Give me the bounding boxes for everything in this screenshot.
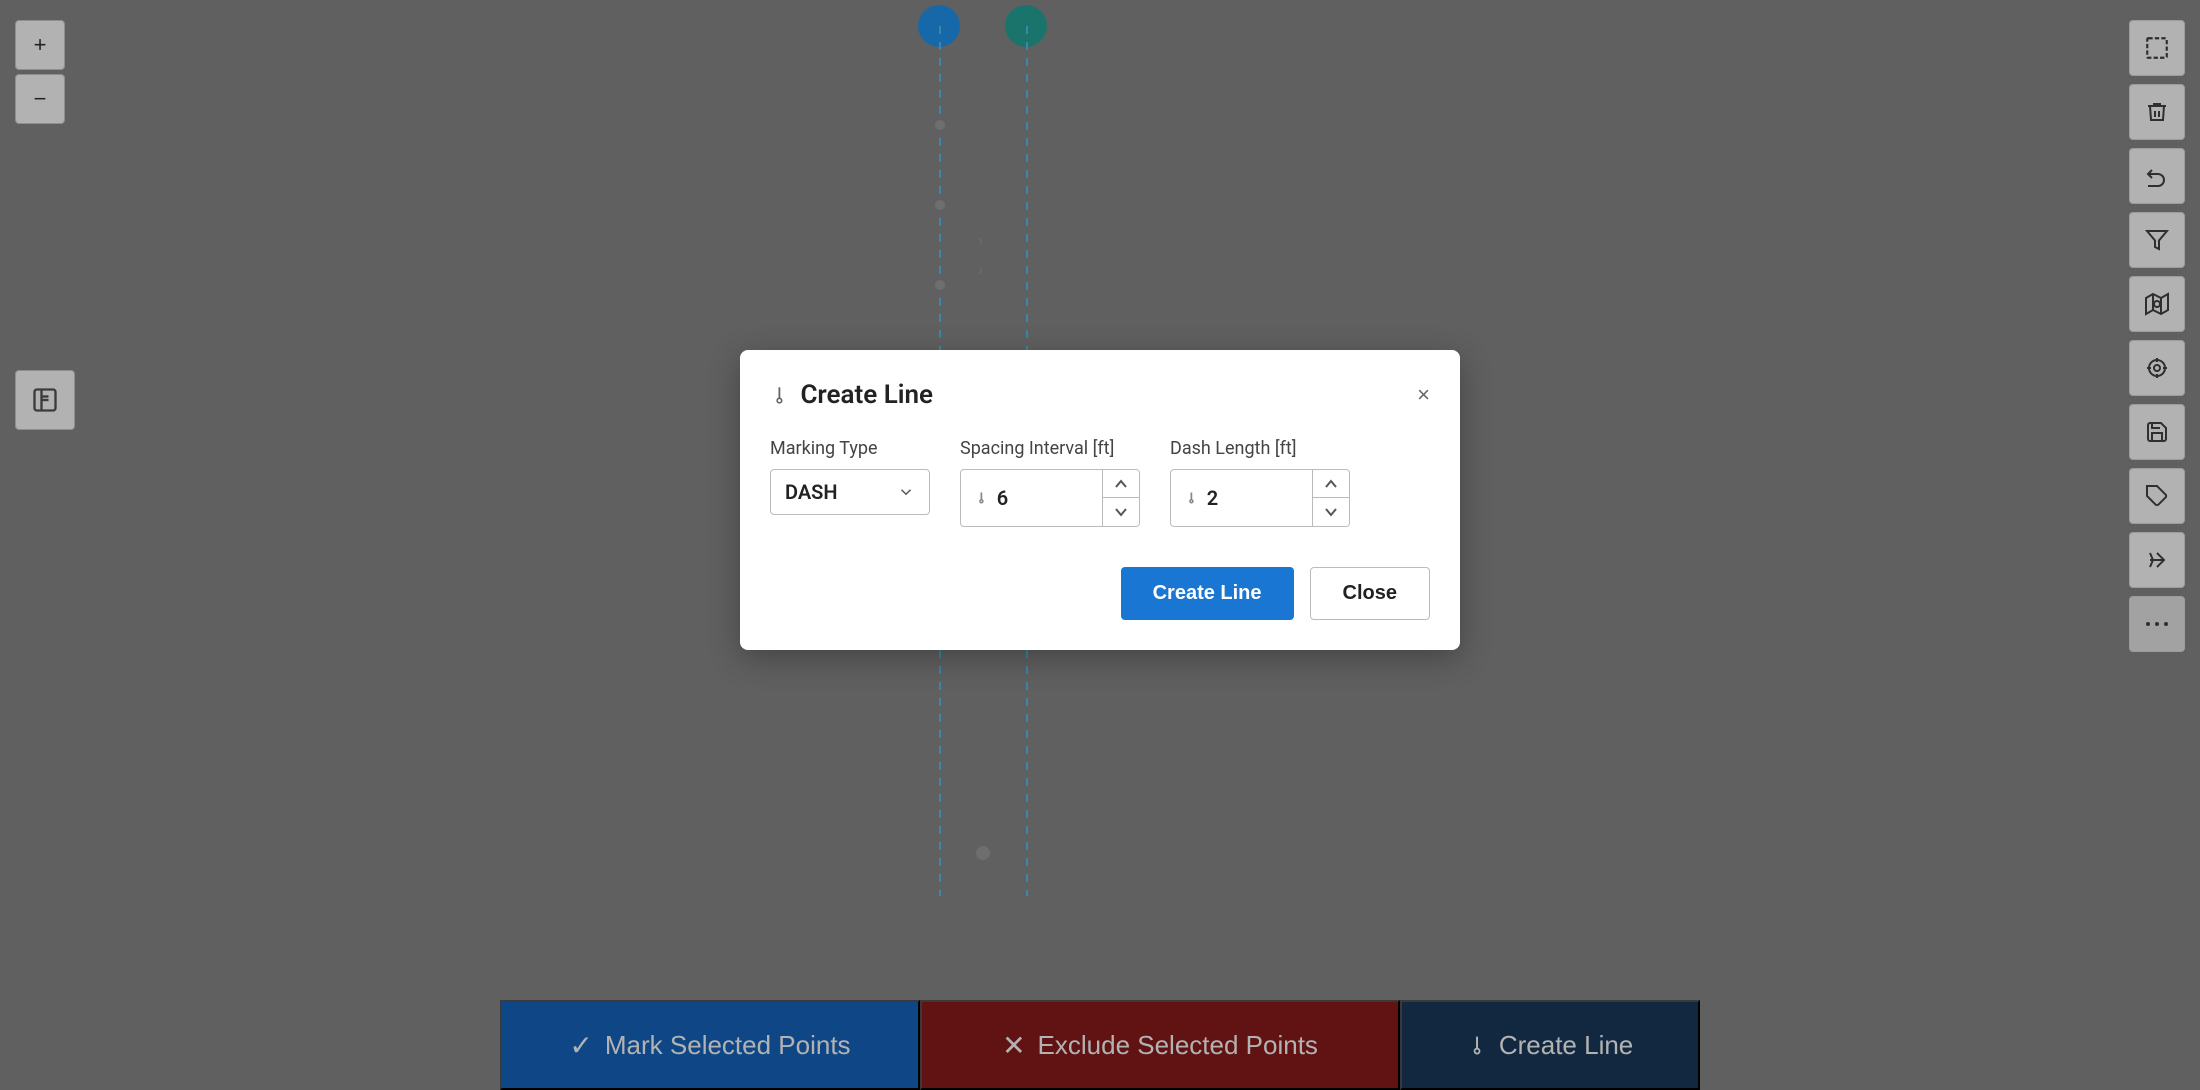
dash-length-up-button[interactable] — [1313, 470, 1349, 498]
dialog-title: Create Line — [800, 380, 933, 410]
create-line-dialog: ⊸ Create Line × Marking Type DASH Spacin… — [740, 350, 1460, 650]
marking-type-field: Marking Type DASH — [770, 438, 930, 515]
dash-link-icon: ⊸ — [1183, 492, 1199, 504]
spacing-link-icon: ⊸ — [973, 492, 989, 504]
marking-type-label: Marking Type — [770, 438, 930, 459]
dash-length-down-button[interactable] — [1313, 498, 1349, 526]
spacing-interval-field: Spacing Interval [ft] ⊸ 6 — [960, 438, 1140, 527]
marking-type-select[interactable]: DASH — [770, 469, 930, 515]
dash-length-label: Dash Length [ft] — [1170, 438, 1350, 459]
marking-type-value: DASH — [785, 480, 838, 504]
spacing-interval-value: 6 — [997, 486, 1008, 510]
dash-length-arrows — [1312, 470, 1349, 526]
dash-length-field: Dash Length [ft] ⊸ 2 — [1170, 438, 1350, 527]
dialog-body: Marking Type DASH Spacing Interval [ft] … — [770, 438, 1430, 527]
dialog-close-x-button[interactable]: × — [1417, 384, 1430, 406]
spacing-interval-input-group: ⊸ 6 — [960, 469, 1140, 527]
spacing-interval-up-button[interactable] — [1103, 470, 1139, 498]
spacing-interval-arrows — [1102, 470, 1139, 526]
create-line-button[interactable]: Create Line — [1121, 567, 1294, 620]
spacing-interval-input: ⊸ 6 — [961, 476, 1102, 520]
dialog-title-row: ⊸ Create Line — [770, 380, 933, 410]
dialog-header: ⊸ Create Line × — [770, 380, 1430, 410]
dash-length-input: ⊸ 2 — [1171, 476, 1312, 520]
dash-length-value: 2 — [1207, 486, 1218, 510]
dash-length-input-group: ⊸ 2 — [1170, 469, 1350, 527]
dialog-link-icon: ⊸ — [767, 386, 792, 404]
spacing-interval-label: Spacing Interval [ft] — [960, 438, 1140, 459]
spacing-interval-down-button[interactable] — [1103, 498, 1139, 526]
modal-overlay: ⊸ Create Line × Marking Type DASH Spacin… — [0, 0, 2200, 1090]
dialog-close-button[interactable]: Close — [1310, 567, 1430, 620]
dialog-footer: Create Line Close — [770, 567, 1430, 620]
